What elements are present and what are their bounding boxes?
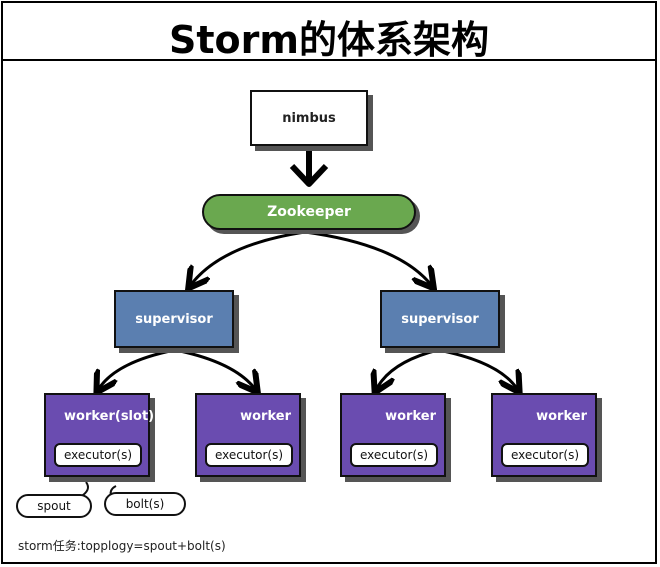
executor-box: executor(s) xyxy=(205,443,293,467)
edge-sup2-worker-3 xyxy=(376,348,439,390)
worker-node-3: worker executor(s) xyxy=(340,393,446,477)
supervisor-node-1: supervisor xyxy=(114,290,234,348)
zookeeper-node: Zookeeper xyxy=(202,194,416,230)
edge-sup2-worker-4 xyxy=(437,348,518,390)
spout-bubble: spout xyxy=(16,494,92,518)
topology-note: storm任务:topplogy=spout+bolt(s) xyxy=(18,539,226,553)
worker-label: worker xyxy=(536,409,587,424)
supervisor-node-2: supervisor xyxy=(380,290,500,348)
executor-box: executor(s) xyxy=(501,443,589,467)
edge-sup1-worker-2 xyxy=(174,348,256,390)
executor-box: executor(s) xyxy=(350,443,438,467)
worker-label: worker xyxy=(385,409,436,424)
bolt-bubble: bolt(s) xyxy=(104,492,186,516)
worker-label: worker xyxy=(240,409,291,424)
worker-node-1: worker(slot) executor(s) xyxy=(44,393,154,477)
worker-node-2: worker executor(s) xyxy=(195,393,301,477)
edge-zk-supervisor-1 xyxy=(190,230,306,286)
edge-zk-supervisor-2 xyxy=(304,230,432,286)
nimbus-node: nimbus xyxy=(250,90,368,146)
worker-label: worker(slot) xyxy=(64,409,155,424)
edges-layer xyxy=(79,150,660,499)
executor-box: executor(s) xyxy=(54,443,142,467)
edge-sup1-worker-1 xyxy=(98,348,176,390)
worker-node-4: worker executor(s) xyxy=(491,393,597,477)
